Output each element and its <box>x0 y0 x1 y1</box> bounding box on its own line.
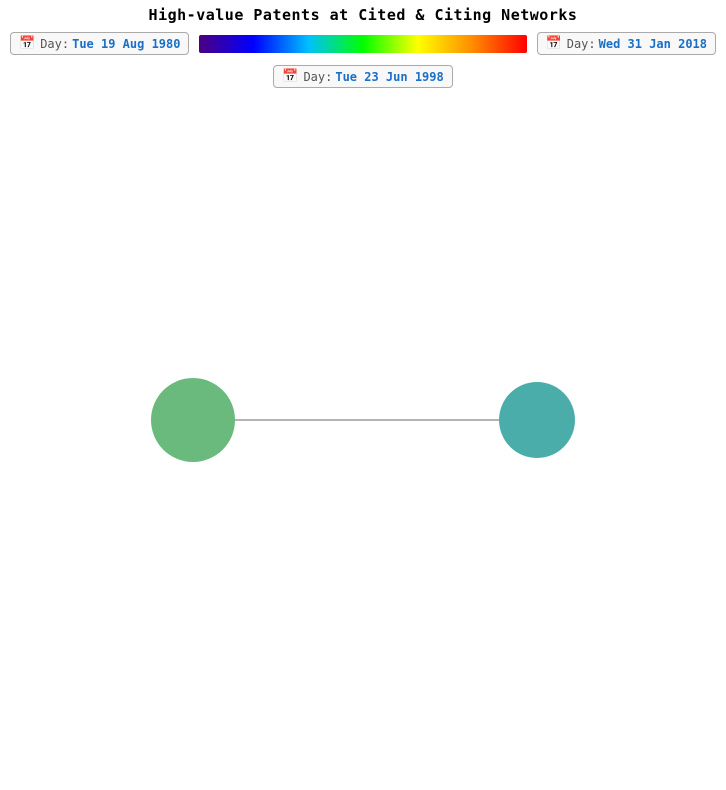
graph-node-left[interactable] <box>151 378 235 462</box>
graph-svg <box>0 90 726 770</box>
calendar-icon-left: 📅 <box>19 36 35 51</box>
right-date-label: Day: <box>567 37 596 51</box>
graph-area <box>0 90 726 770</box>
right-date-badge[interactable]: 📅 Day: Wed 31 Jan 2018 <box>537 32 716 55</box>
calendar-icon-right: 📅 <box>546 36 562 51</box>
left-date-value: Tue 19 Aug 1980 <box>72 37 180 51</box>
right-date-value: Wed 31 Jan 2018 <box>599 37 707 51</box>
controls-row: 📅 Day: Tue 19 Aug 1980 📅 Day: Wed 31 Jan… <box>0 28 726 59</box>
page-container: High-value Patents at Cited & Citing Net… <box>0 0 726 790</box>
middle-date-label: Day: <box>303 70 332 84</box>
left-date-label: Day: <box>40 37 69 51</box>
middle-date-value: Tue 23 Jun 1998 <box>335 70 443 84</box>
color-gradient <box>199 35 526 53</box>
graph-node-right[interactable] <box>499 382 575 458</box>
middle-controls-row: 📅 Day: Tue 23 Jun 1998 <box>0 59 726 90</box>
page-title: High-value Patents at Cited & Citing Net… <box>0 0 726 28</box>
left-date-badge[interactable]: 📅 Day: Tue 19 Aug 1980 <box>10 32 189 55</box>
calendar-icon-middle: 📅 <box>282 69 298 84</box>
title-text: High-value Patents at Cited & Citing Net… <box>149 6 578 24</box>
color-scale-bar <box>199 35 526 53</box>
middle-date-badge[interactable]: 📅 Day: Tue 23 Jun 1998 <box>273 65 452 88</box>
